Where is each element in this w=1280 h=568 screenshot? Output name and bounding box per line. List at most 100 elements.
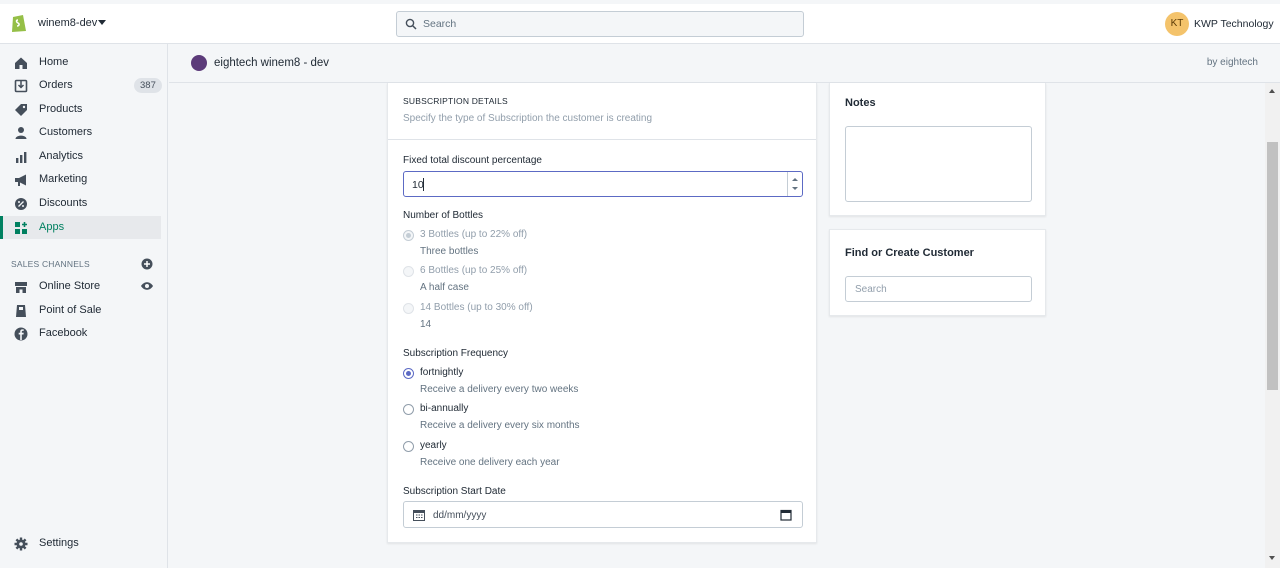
sidebar-item-label: Facebook: [39, 327, 88, 339]
eye-icon[interactable]: [140, 280, 154, 292]
app-title: eightech winem8 - dev: [214, 57, 330, 69]
sidebar-item-label: Orders: [39, 79, 73, 91]
app-logo-icon: [191, 55, 207, 71]
gear-icon: [14, 537, 28, 551]
active-indicator: [0, 216, 3, 239]
shopify-logo-icon[interactable]: [10, 13, 28, 33]
sidebar-item-label: Settings: [39, 537, 79, 549]
sidebar-item-label: Home: [39, 56, 69, 68]
frequency-label: Subscription Frequency: [403, 348, 509, 359]
customer-title: Find or Create Customer: [845, 247, 974, 259]
sidebar-item-customers[interactable]: Customers: [0, 121, 161, 144]
notes-textarea[interactable]: [845, 126, 1032, 202]
radio-button[interactable]: [403, 266, 414, 277]
customer-search-input[interactable]: Search: [845, 276, 1032, 302]
search-input[interactable]: Search: [396, 11, 804, 37]
megaphone-icon: [15, 174, 26, 186]
top-bar: winem8-dev Search KT KWP Technology: [0, 0, 1280, 44]
bottles-option-6[interactable]: 6 Bottles (up to 25% off) A half case: [403, 265, 803, 300]
sidebar-item-settings[interactable]: Settings: [0, 532, 161, 555]
sidebar-item-label: Analytics: [39, 150, 84, 162]
radio-button[interactable]: [403, 303, 414, 314]
text-cursor: [423, 178, 424, 191]
facebook-icon: [14, 327, 28, 341]
notes-title: Notes: [845, 97, 876, 109]
bottles-option-3[interactable]: 3 Bottles (up to 22% off) Three bottles: [403, 229, 803, 264]
sidebar-item-label: Customers: [39, 126, 93, 138]
sidebar-item-facebook[interactable]: Facebook: [0, 322, 161, 345]
radio-button[interactable]: [403, 230, 414, 241]
radio-help-text: Receive a delivery every two weeks: [420, 384, 579, 395]
sidebar-item-point-of-sale[interactable]: Point of Sale: [0, 299, 161, 322]
frequency-option-fortnightly[interactable]: fortnightly Receive a delivery every two…: [403, 367, 803, 402]
frequency-option-bi-annually[interactable]: bi-annually Receive a delivery every six…: [403, 403, 803, 438]
sidebar-item-orders[interactable]: Orders 387: [0, 74, 162, 97]
sidebar-item-label: Online Store: [39, 280, 101, 292]
home-icon: [15, 57, 27, 69]
sidebar-item-label: Products: [39, 103, 83, 115]
person-icon: [15, 127, 27, 139]
start-date-input[interactable]: dd/mm/yyyy: [403, 501, 803, 528]
sidebar-item-marketing[interactable]: Marketing: [0, 168, 161, 191]
avatar[interactable]: KT: [1165, 12, 1189, 36]
discount-label: Fixed total discount percentage: [403, 155, 542, 166]
tag-icon: [15, 104, 27, 116]
date-placeholder: dd/mm/yyyy: [433, 510, 487, 521]
sidebar-item-home[interactable]: Home: [0, 51, 161, 74]
sales-channels-title: SALES CHANNELS: [11, 259, 90, 269]
bottles-label: Number of Bottles: [403, 210, 484, 221]
scrollbar[interactable]: [1265, 83, 1280, 568]
bar-chart-icon: [16, 152, 27, 163]
chevron-down-icon[interactable]: [98, 20, 106, 25]
app-developer[interactable]: by eightech: [1207, 57, 1258, 68]
radio-label: 14 Bottles (up to 30% off): [420, 302, 533, 313]
radio-button[interactable]: [403, 368, 414, 379]
search-placeholder: Search: [423, 18, 457, 30]
customer-card: Find or Create Customer Search: [829, 229, 1046, 316]
stepper-down-icon[interactable]: [792, 187, 798, 190]
radio-label: yearly: [420, 440, 447, 451]
customer-search-placeholder: Search: [855, 284, 887, 295]
radio-button[interactable]: [403, 441, 414, 452]
discount-icon: [15, 198, 27, 210]
scroll-thumb[interactable]: [1267, 142, 1278, 390]
apps-icon: [15, 222, 27, 234]
sidebar-item-apps[interactable]: Apps: [0, 216, 161, 239]
discount-percentage-input[interactable]: 10: [403, 171, 803, 197]
radio-help-text: Receive one delivery each year: [420, 457, 560, 468]
card-subheading: Specify the type of Subscription the cus…: [403, 113, 653, 124]
scroll-up-icon[interactable]: [1269, 89, 1275, 93]
radio-label: fortnightly: [420, 367, 464, 378]
app-header: eightech winem8 - dev by eightech: [169, 44, 1280, 83]
radio-button[interactable]: [403, 404, 414, 415]
radio-help-text: 14: [420, 319, 432, 330]
notes-card: Notes: [829, 83, 1046, 216]
store-icon: [15, 282, 27, 293]
subscription-details-card: SUBSCRIPTION DETAILS Specify the type of…: [387, 83, 817, 543]
date-picker-icon[interactable]: [780, 509, 792, 521]
calendar-icon: [413, 510, 425, 521]
radio-help-text: A half case: [420, 282, 469, 293]
sidebar-item-label: Apps: [39, 221, 65, 233]
add-channel-icon[interactable]: [141, 258, 153, 270]
stepper-up-icon[interactable]: [792, 178, 798, 181]
number-stepper[interactable]: [787, 172, 802, 196]
store-name[interactable]: winem8-dev: [38, 17, 97, 29]
scroll-down-icon[interactable]: [1269, 556, 1275, 560]
radio-label: 3 Bottles (up to 22% off): [420, 229, 528, 240]
bottles-option-14[interactable]: 14 Bottles (up to 30% off) 14: [403, 302, 803, 337]
account-name[interactable]: KWP Technology: [1194, 18, 1274, 30]
search-icon: [405, 18, 417, 30]
sidebar-item-online-store[interactable]: Online Store: [0, 275, 161, 298]
sidebar: Home Orders 387 Products Customers Analy…: [0, 44, 168, 568]
sidebar-item-discounts[interactable]: Discounts: [0, 192, 161, 215]
pos-icon: [16, 305, 26, 317]
sidebar-item-products[interactable]: Products: [0, 98, 161, 121]
sidebar-item-label: Point of Sale: [39, 304, 102, 316]
sidebar-item-analytics[interactable]: Analytics: [0, 145, 161, 168]
sidebar-item-label: Marketing: [39, 173, 88, 185]
discount-value: 10: [412, 179, 424, 191]
orders-count-badge: 387: [134, 78, 162, 93]
frequency-option-yearly[interactable]: yearly Receive one delivery each year: [403, 440, 803, 475]
radio-label: 6 Bottles (up to 25% off): [420, 265, 528, 276]
